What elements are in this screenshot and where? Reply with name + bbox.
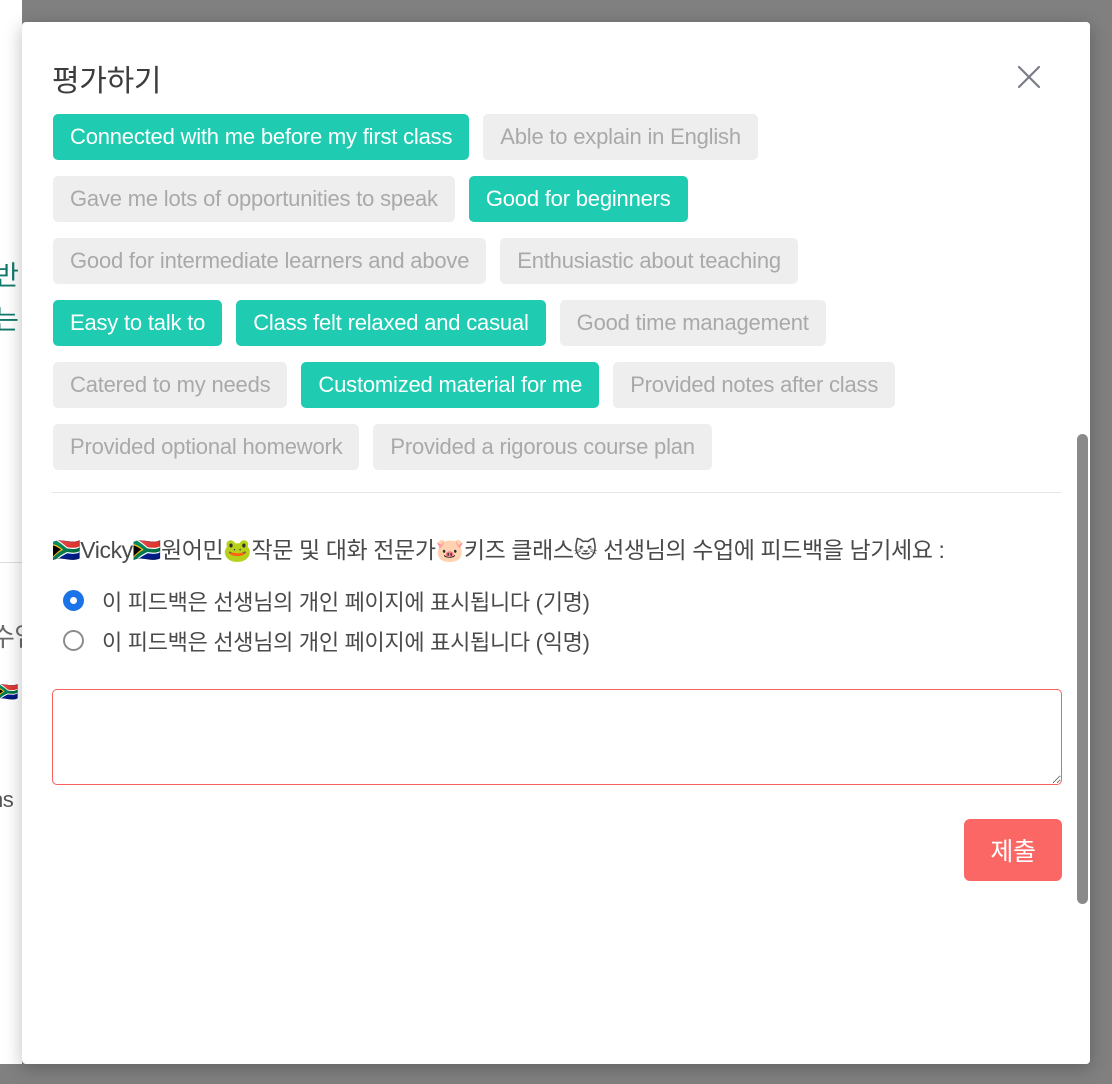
tag-chip[interactable]: Connected with me before my first class [53,114,470,160]
tag-chip[interactable]: Provided notes after class [613,362,896,408]
tag-chip[interactable]: Gave me lots of opportunities to speak [53,176,455,222]
tag-chip-row: Easy to talk to Class felt relaxed and c… [53,300,1050,346]
visibility-option-signed[interactable]: 이 피드백은 선생님의 개인 페이지에 표시됩니다 (기명) [52,581,1060,621]
visibility-option-label: 이 피드백은 선생님의 개인 페이지에 표시됩니다 (익명) [102,629,590,655]
feedback-section: 🇿🇦Vicky🇿🇦원어민🐸작문 및 대화 전문가🐷키즈 클래스🐱 선생님의 수업… [52,493,1062,881]
tag-chip-row: Catered to my needs Customized material … [53,362,1050,408]
page-title: 평가하기 [52,65,162,98]
teacher-feedback-prompt: 🇿🇦Vicky🇿🇦원어민🐸작문 및 대화 전문가🐷키즈 클래스🐱 선생님의 수업… [52,537,945,563]
modal-footer: 제출 [52,818,1062,881]
tag-chip-row: Connected with me before my first class … [53,114,1050,160]
modal-scrollbar[interactable] [1074,22,1090,1064]
tag-chip[interactable]: Customized material for me [301,362,600,408]
comment-textarea[interactable] [52,688,1062,785]
background-flag-icon: 🇿🇦 [0,682,19,702]
tag-chip-area: Connected with me before my first class … [52,114,1060,470]
tag-chip[interactable]: Able to explain in English [483,114,758,160]
background-divider [0,562,22,563]
visibility-option-label: 이 피드백은 선생님의 개인 페이지에 표시됩니다 (기명) [102,589,590,615]
tag-chip[interactable]: Provided optional homework [53,424,360,470]
tag-chip[interactable]: Provided a rigorous course plan [373,424,712,470]
radio-button-icon[interactable] [63,590,84,612]
background-text-fragment-2: 는 [0,305,19,335]
background-text-fragment-1: 반 [0,261,19,291]
tag-chip[interactable]: Good for intermediate learners and above [53,238,487,284]
visibility-option-anonymous[interactable]: 이 피드백은 선생님의 개인 페이지에 표시됩니다 (익명) [52,621,1060,661]
tag-chip[interactable]: Catered to my needs [53,362,288,408]
tag-chip-row: Gave me lots of opportunities to speak G… [53,176,1050,222]
tag-chip[interactable]: Easy to talk to [53,300,223,346]
tag-chip[interactable]: Good time management [559,300,826,346]
submit-button[interactable]: 제출 [964,818,1062,881]
rating-modal: 평가하기 Connected with me before my first c… [22,22,1090,1064]
tag-chip[interactable]: Good for beginners [468,176,688,222]
radio-button-icon[interactable] [63,630,84,652]
tag-chip-row: Provided optional homework Provided a ri… [53,424,1050,470]
background-text-fragment-4: ns [0,787,14,812]
tag-chip[interactable]: Class felt relaxed and casual [236,300,546,346]
background-content-column [0,0,22,1064]
close-icon[interactable] [1012,60,1046,94]
tag-chip[interactable]: Enthusiastic about teaching [500,238,798,284]
modal-scrollbar-thumb[interactable] [1077,434,1088,904]
tag-chip-row: Good for intermediate learners and above… [53,238,1050,284]
modal-content: 평가하기 Connected with me before my first c… [22,22,1090,1064]
modal-header: 평가하기 [52,22,1060,114]
